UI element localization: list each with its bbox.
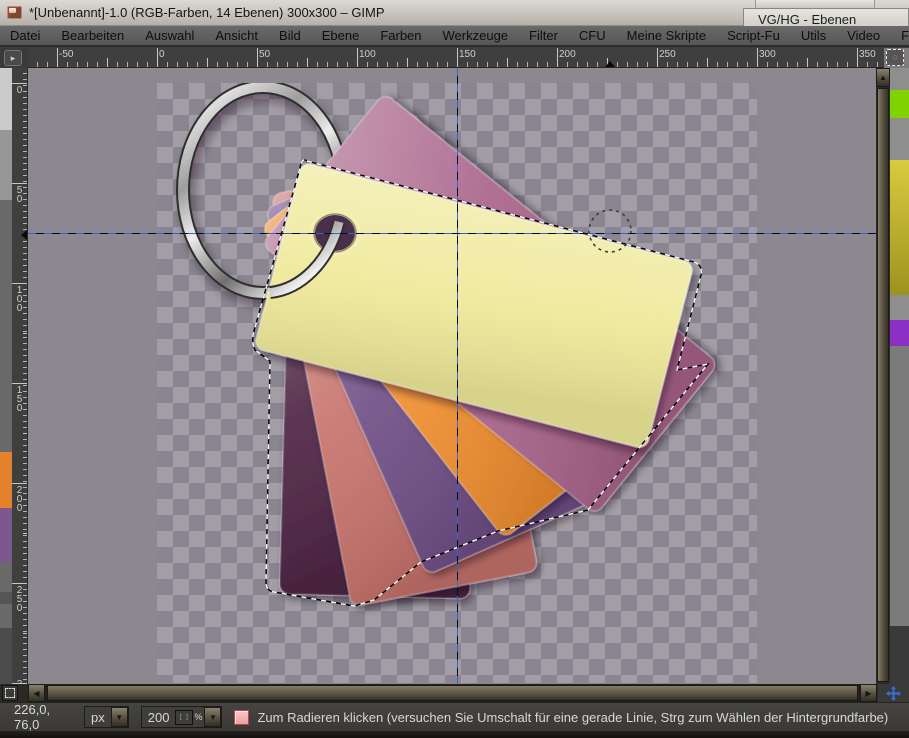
vruler-label: 50 bbox=[14, 185, 25, 203]
menu-auswahl[interactable]: Auswahl bbox=[145, 28, 194, 43]
pointer-position-marker bbox=[605, 61, 615, 67]
right-strip-dark bbox=[890, 626, 909, 684]
horizontal-scroll-row: ◀ ▶ bbox=[0, 684, 909, 702]
status-hint-message: Zum Radieren klicken (versuchen Sie Umsc… bbox=[257, 710, 888, 725]
left-strip-purple-swatch bbox=[0, 508, 12, 562]
left-strip-light bbox=[0, 68, 12, 130]
zoom-combo[interactable]: 200 ⁞ ⁞ % ▼ bbox=[141, 706, 223, 728]
pointer-position-marker bbox=[21, 230, 27, 240]
scroll-right-button[interactable]: ▶ bbox=[860, 684, 877, 702]
gimp-app-icon bbox=[7, 6, 22, 19]
menu-werkzeuge[interactable]: Werkzeuge bbox=[443, 28, 509, 43]
vruler-label: 150 bbox=[14, 385, 25, 412]
horizontal-scroll-thumb[interactable] bbox=[47, 685, 858, 701]
vertical-scrollbar[interactable]: ▲ bbox=[876, 68, 890, 684]
menu-datei[interactable]: Datei bbox=[10, 28, 40, 43]
vruler-label: 100 bbox=[14, 285, 25, 312]
swatch-card-fan bbox=[254, 93, 718, 607]
zoom-spinner-icon[interactable]: ⁞ ⁞ bbox=[175, 710, 193, 725]
menu-video[interactable]: Video bbox=[847, 28, 880, 43]
left-strip-gray bbox=[0, 130, 12, 200]
scroll-left-button[interactable]: ◀ bbox=[28, 684, 45, 702]
menu-ansicht[interactable]: Ansicht bbox=[215, 28, 258, 43]
gimp-window: *[Unbenannt]-1.0 (RGB-Farben, 14 Ebenen)… bbox=[0, 0, 909, 738]
pan-navigation-icon bbox=[886, 686, 901, 701]
hruler-label: 300 bbox=[759, 49, 776, 60]
unit-combo[interactable]: px ▼ bbox=[84, 706, 129, 728]
menu-ebene[interactable]: Ebene bbox=[322, 28, 360, 43]
hruler-label: 100 bbox=[359, 49, 376, 60]
window-title: *[Unbenannt]-1.0 (RGB-Farben, 14 Ebenen)… bbox=[29, 5, 385, 20]
quickmask-toggle-icon[interactable] bbox=[2, 685, 18, 701]
right-strip-yellow-swatch bbox=[890, 160, 909, 295]
menu-bild[interactable]: Bild bbox=[279, 28, 301, 43]
ruler-corner: ▸ bbox=[0, 48, 28, 68]
hruler-label: 50 bbox=[259, 49, 270, 60]
horizontal-guide[interactable] bbox=[28, 233, 876, 234]
zoom-value: 200 bbox=[142, 710, 176, 725]
menu-filter[interactable]: Filter bbox=[529, 28, 558, 43]
menu-meine-skripte[interactable]: Meine Skripte bbox=[627, 28, 706, 43]
canvas-viewport[interactable] bbox=[28, 68, 876, 684]
layers-dialog-title: VG/HG - Ebenen bbox=[758, 12, 856, 27]
menu-bar: Datei Bearbeiten Auswahl Ansicht Bild Eb… bbox=[0, 26, 909, 47]
vruler-label: 250 bbox=[14, 585, 25, 612]
vertical-ruler[interactable]: 0 50 100 150 200 250 300 bbox=[12, 68, 28, 684]
status-bar: 226,0, 76,0 px ▼ 200 ⁞ ⁞ % ▼ Zum Radiere… bbox=[0, 702, 909, 731]
menu-utils[interactable]: Utils bbox=[801, 28, 826, 43]
hruler-label: 150 bbox=[459, 49, 476, 60]
horizontal-ruler[interactable]: -50 0 50 100 150 200 250 300 350 bbox=[28, 48, 884, 68]
menu-cfu[interactable]: CFU bbox=[579, 28, 606, 43]
window-bottom-edge bbox=[0, 731, 909, 738]
menu-script-fu[interactable]: Script-Fu bbox=[727, 28, 780, 43]
unit-value: px bbox=[85, 710, 111, 725]
menu-bearbeiten[interactable]: Bearbeiten bbox=[61, 28, 124, 43]
hruler-label: -50 bbox=[59, 49, 73, 60]
navigation-cross-button[interactable] bbox=[878, 684, 909, 702]
hruler-label: 200 bbox=[559, 49, 576, 60]
zoom-follow-corner: ◌ bbox=[884, 48, 909, 68]
vertical-scroll-thumb[interactable] bbox=[877, 88, 889, 682]
right-strip-gray bbox=[890, 346, 909, 626]
background-window-left-strip bbox=[0, 68, 12, 684]
hruler-label: 250 bbox=[659, 49, 676, 60]
right-strip-purple-swatch bbox=[890, 320, 909, 346]
eraser-tool-icon bbox=[234, 710, 249, 725]
vruler-label: 0 bbox=[14, 85, 25, 94]
pointer-position-readout: 226,0, 76,0 bbox=[14, 702, 72, 732]
zoom-dropdown-arrow-icon[interactable]: ▼ bbox=[204, 707, 221, 727]
hruler-label: 350 bbox=[859, 49, 876, 60]
vruler-label: 200 bbox=[14, 485, 25, 512]
left-strip-dark bbox=[0, 628, 12, 684]
scroll-up-button[interactable]: ▲ bbox=[876, 68, 890, 87]
dotted-corner-icon[interactable]: ◌ bbox=[886, 49, 904, 66]
vertical-guide[interactable] bbox=[457, 68, 458, 684]
hruler-label: 0 bbox=[159, 49, 165, 60]
menu-fenster[interactable]: Fenster bbox=[901, 28, 909, 43]
background-window-right-strip bbox=[890, 68, 909, 684]
unit-dropdown-arrow-icon[interactable]: ▼ bbox=[111, 707, 128, 727]
left-strip-widget bbox=[0, 592, 12, 604]
left-strip-orange-swatch bbox=[0, 452, 12, 508]
menu-farben[interactable]: Farben bbox=[380, 28, 421, 43]
zoom-percent-sign: % bbox=[194, 712, 202, 722]
image-menu-button[interactable]: ▸ bbox=[4, 50, 22, 66]
right-strip-green-swatch bbox=[890, 90, 909, 118]
